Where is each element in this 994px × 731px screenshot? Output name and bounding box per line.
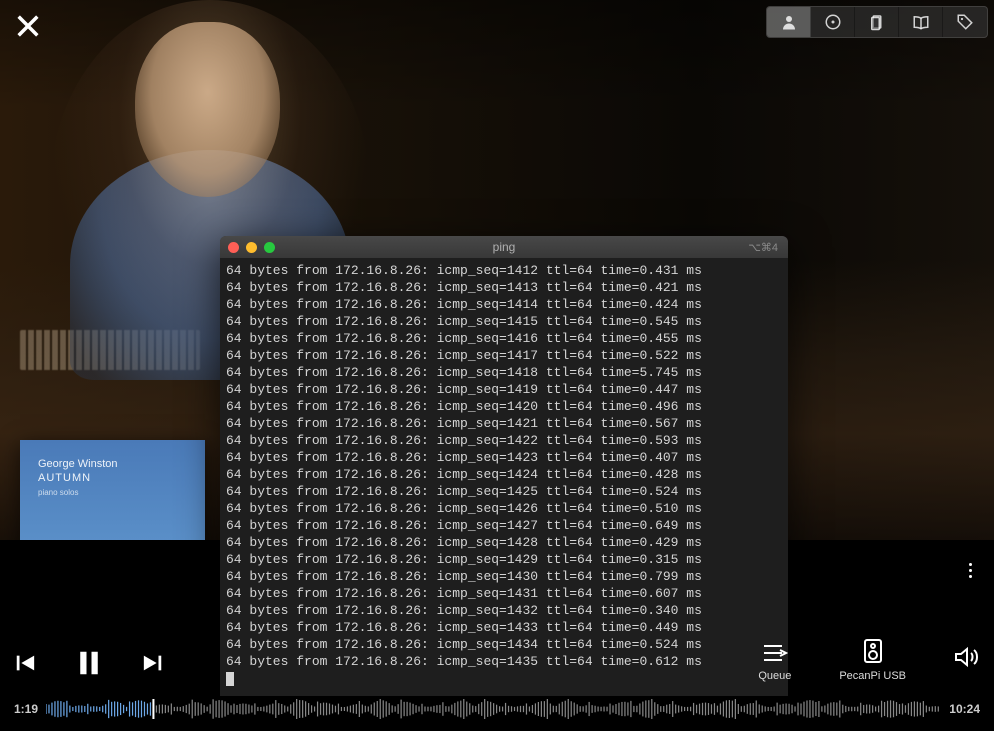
album-subtitle: piano solos — [38, 488, 78, 497]
elapsed-time: 1:19 — [14, 702, 38, 716]
book-view-button[interactable] — [899, 7, 943, 37]
album-artist: George Winston — [38, 458, 117, 470]
terminal-line: 64 bytes from 172.16.8.26: icmp_seq=1422… — [226, 432, 782, 449]
output-controls: Queue PecanPi USB — [758, 638, 980, 682]
terminal-line: 64 bytes from 172.16.8.26: icmp_seq=1428… — [226, 534, 782, 551]
previous-track-button[interactable] — [14, 652, 36, 674]
terminal-line: 64 bytes from 172.16.8.26: icmp_seq=1418… — [226, 364, 782, 381]
more-options-button[interactable] — [960, 560, 980, 580]
disc-view-button[interactable] — [811, 7, 855, 37]
terminal-line: 64 bytes from 172.16.8.26: icmp_seq=1412… — [226, 262, 782, 279]
progress-bar: 1:19 10:24 — [14, 699, 980, 719]
terminal-line: 64 bytes from 172.16.8.26: icmp_seq=1414… — [226, 296, 782, 313]
album-title: AUTUMN — [38, 472, 91, 484]
queue-icon — [762, 642, 788, 664]
artist-face — [135, 22, 280, 197]
terminal-line: 64 bytes from 172.16.8.26: icmp_seq=1415… — [226, 313, 782, 330]
view-toolbar — [766, 6, 988, 38]
terminal-line: 64 bytes from 172.16.8.26: icmp_seq=1435… — [226, 653, 782, 670]
close-button[interactable] — [14, 12, 42, 40]
queue-label: Queue — [758, 670, 791, 682]
terminal-line: 64 bytes from 172.16.8.26: icmp_seq=1421… — [226, 415, 782, 432]
terminal-line: 64 bytes from 172.16.8.26: icmp_seq=1426… — [226, 500, 782, 517]
clipboard-icon — [868, 13, 886, 31]
clipboard-view-button[interactable] — [855, 7, 899, 37]
next-icon — [142, 652, 164, 674]
disc-icon — [824, 13, 842, 31]
output-label: PecanPi USB — [839, 670, 906, 682]
terminal-line: 64 bytes from 172.16.8.26: icmp_seq=1417… — [226, 347, 782, 364]
speaker-icon — [862, 638, 884, 664]
next-track-button[interactable] — [142, 652, 164, 674]
terminal-shortcut: ⌥⌘4 — [748, 241, 778, 254]
user-icon — [780, 13, 798, 31]
terminal-line: 64 bytes from 172.16.8.26: icmp_seq=1432… — [226, 602, 782, 619]
book-icon — [912, 13, 930, 31]
terminal-line: 64 bytes from 172.16.8.26: icmp_seq=1425… — [226, 483, 782, 500]
output-device-button[interactable]: PecanPi USB — [839, 638, 906, 682]
user-view-button[interactable] — [767, 7, 811, 37]
waveform-scrubber[interactable] — [46, 699, 941, 719]
terminal-line: 64 bytes from 172.16.8.26: icmp_seq=1429… — [226, 551, 782, 568]
terminal-line: 64 bytes from 172.16.8.26: icmp_seq=1431… — [226, 585, 782, 602]
terminal-line: 64 bytes from 172.16.8.26: icmp_seq=1430… — [226, 568, 782, 585]
terminal-title: ping — [493, 240, 516, 254]
terminal-window[interactable]: ping ⌥⌘4 64 bytes from 172.16.8.26: icmp… — [220, 236, 788, 696]
terminal-line: 64 bytes from 172.16.8.26: icmp_seq=1420… — [226, 398, 782, 415]
terminal-line: 64 bytes from 172.16.8.26: icmp_seq=1434… — [226, 636, 782, 653]
terminal-line: 64 bytes from 172.16.8.26: icmp_seq=1419… — [226, 381, 782, 398]
terminal-titlebar[interactable]: ping ⌥⌘4 — [220, 236, 788, 258]
terminal-line: 64 bytes from 172.16.8.26: icmp_seq=1424… — [226, 466, 782, 483]
previous-icon — [14, 652, 36, 674]
terminal-line: 64 bytes from 172.16.8.26: icmp_seq=1413… — [226, 279, 782, 296]
total-time: 10:24 — [949, 702, 980, 716]
volume-icon — [954, 646, 980, 668]
window-minimize-button[interactable] — [246, 242, 257, 253]
pause-icon — [74, 648, 104, 678]
terminal-line: 64 bytes from 172.16.8.26: icmp_seq=1433… — [226, 619, 782, 636]
terminal-line: 64 bytes from 172.16.8.26: icmp_seq=1423… — [226, 449, 782, 466]
volume-button[interactable] — [954, 646, 980, 682]
terminal-line: 64 bytes from 172.16.8.26: icmp_seq=1416… — [226, 330, 782, 347]
terminal-line: 64 bytes from 172.16.8.26: icmp_seq=1427… — [226, 517, 782, 534]
window-zoom-button[interactable] — [264, 242, 275, 253]
terminal-body[interactable]: 64 bytes from 172.16.8.26: icmp_seq=1412… — [220, 258, 788, 696]
queue-button[interactable]: Queue — [758, 642, 791, 682]
playback-controls — [14, 648, 164, 678]
window-close-button[interactable] — [228, 242, 239, 253]
tag-view-button[interactable] — [943, 7, 987, 37]
tag-icon — [956, 13, 974, 31]
play-pause-button[interactable] — [74, 648, 104, 678]
